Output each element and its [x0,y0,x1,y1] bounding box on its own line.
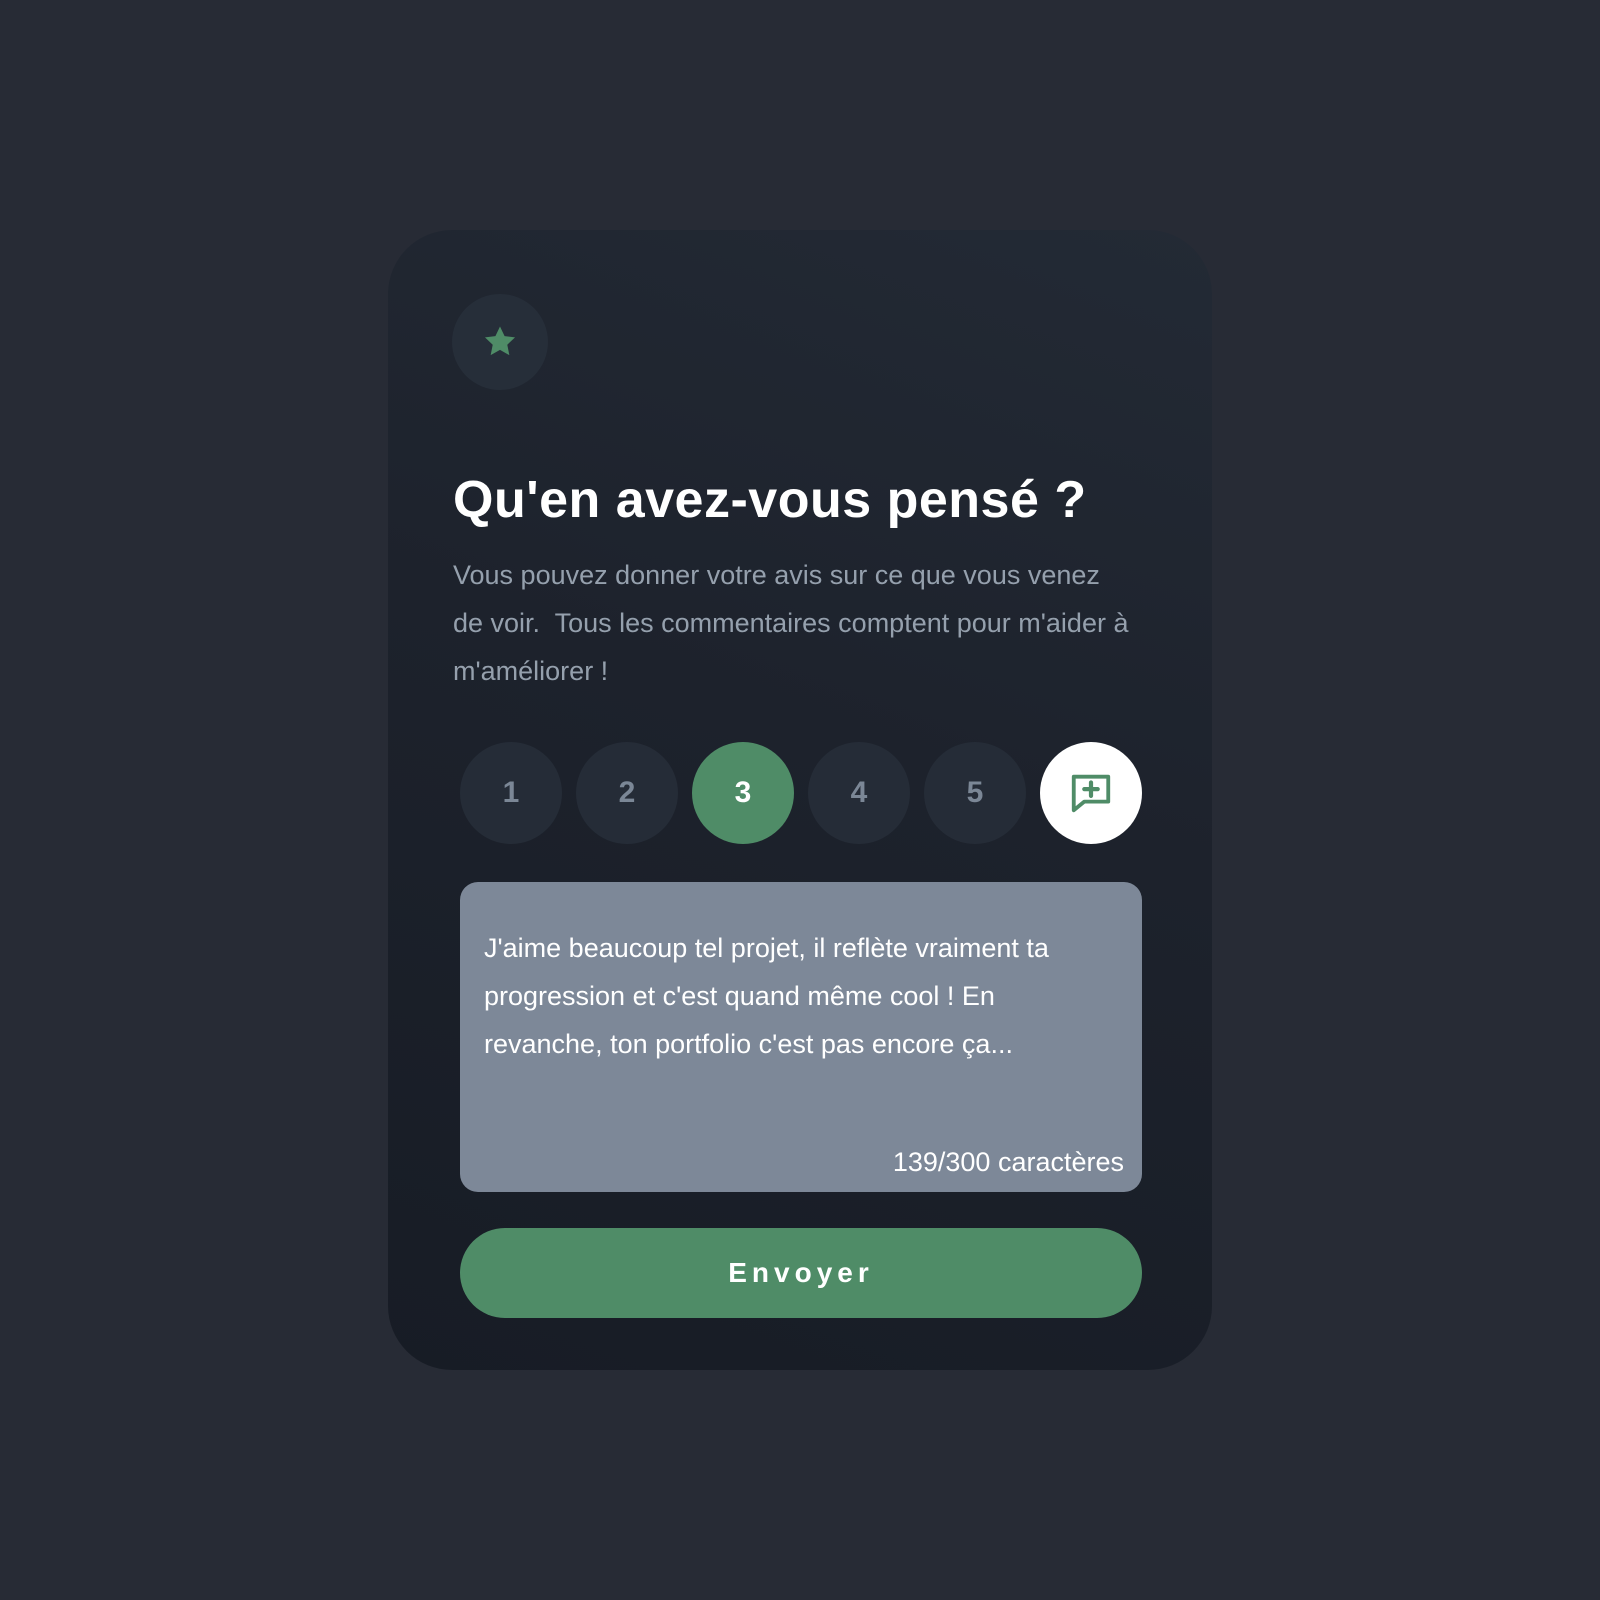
rating-option-5[interactable]: 5 [924,742,1026,844]
character-counter: 139/300 caractères [892,1147,1124,1177]
add-comment-button[interactable] [1040,742,1142,844]
comment-text[interactable]: J'aime beaucoup tel projet, il reflète v… [484,924,1114,1068]
submit-button[interactable]: Envoyer [460,1228,1142,1318]
description-text: Vous pouvez donner votre avis sur ce que… [453,560,1136,686]
star-badge [452,294,548,390]
rating-option-1[interactable]: 1 [460,742,562,844]
comment-add-icon [1071,774,1111,813]
rating-option-4[interactable]: 4 [808,742,910,844]
comment-textarea[interactable]: J'aime beaucoup tel projet, il reflète v… [460,882,1142,1192]
feedback-card: Qu'en avez-vous pensé ? Vous pouvez donn… [388,230,1212,1370]
page-title: Qu'en avez-vous pensé ? [453,471,1087,529]
rating-selector: 1 2 3 4 5 [460,742,1142,844]
rating-option-2[interactable]: 2 [576,742,678,844]
star-icon [484,326,516,356]
rating-option-3[interactable]: 3 [692,742,794,844]
